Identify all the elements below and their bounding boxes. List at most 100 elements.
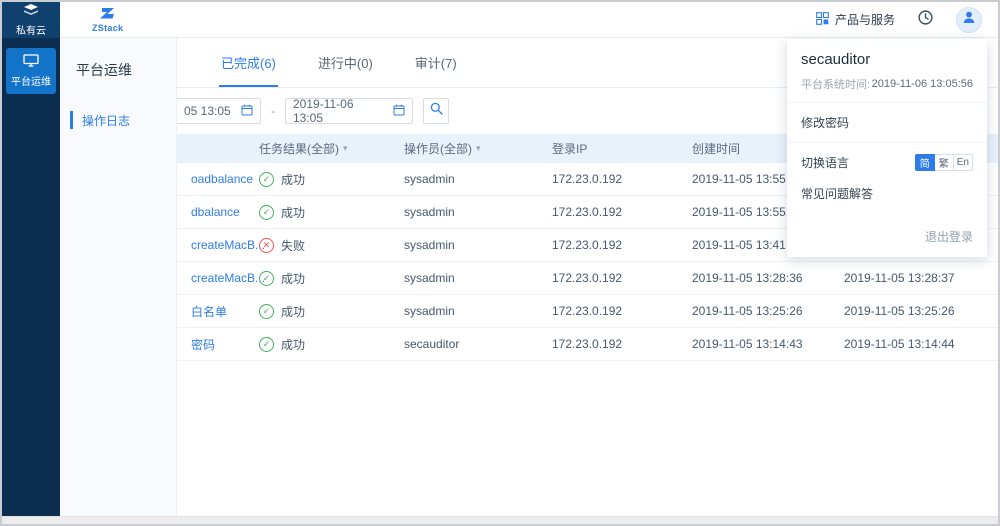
products-services-label: 产品与服务 bbox=[835, 11, 895, 28]
filter-caret-icon: ▾ bbox=[343, 143, 348, 154]
app-window: 私有云 平台运维 ZStack bbox=[0, 0, 1000, 526]
zstack-logo: ZStack bbox=[92, 7, 123, 33]
system-time-label: 平台系统时间: bbox=[801, 76, 870, 92]
language-button-2[interactable]: En bbox=[953, 154, 973, 171]
table-row: 白名单✓成功sysadmin172.23.0.1922019-11-05 13:… bbox=[177, 295, 998, 328]
task-result-cell: ✕ 失败 bbox=[259, 237, 404, 254]
system-time-row: 平台系统时间: 2019-11-06 13:05:56 bbox=[787, 74, 987, 103]
task-name-link[interactable]: oadbalance bbox=[191, 172, 253, 186]
task-result-text: 成功 bbox=[281, 303, 305, 320]
horizontal-scrollbar[interactable] bbox=[2, 516, 998, 524]
login-ip-cell: 172.23.0.192 bbox=[552, 172, 692, 186]
topbar: ZStack 产品与服务 bbox=[60, 2, 998, 38]
search-button[interactable] bbox=[423, 98, 449, 124]
search-icon bbox=[430, 102, 443, 120]
operator-cell: sysadmin bbox=[404, 172, 552, 186]
task-result-cell: ✓成功 bbox=[259, 270, 404, 287]
completed-time-cell: 2019-11-05 13:25:26 bbox=[844, 304, 998, 318]
sidebar: 平台运维 操作日志 bbox=[60, 38, 177, 516]
tab-running[interactable]: 进行中(0) bbox=[316, 38, 375, 87]
date-to-input[interactable]: 2019-11-06 13:05 bbox=[285, 98, 413, 124]
tab-completed[interactable]: 已完成(6) bbox=[219, 38, 278, 87]
change-password-item[interactable]: 修改密码 bbox=[787, 103, 987, 143]
language-row: 切换语言 简繁En bbox=[787, 143, 987, 177]
success-icon: ✓ bbox=[259, 205, 274, 220]
left-rail: 私有云 平台运维 bbox=[2, 2, 60, 516]
language-button-1[interactable]: 繁 bbox=[934, 154, 954, 171]
task-name-link[interactable]: 密码 bbox=[191, 338, 215, 352]
private-cloud-brand[interactable]: 私有云 bbox=[2, 2, 60, 38]
column-header-operator[interactable]: 操作员(全部) ▾ bbox=[404, 140, 552, 157]
products-services-button[interactable]: 产品与服务 bbox=[816, 11, 895, 28]
zstack-logo-icon bbox=[99, 7, 117, 23]
task-name-link[interactable]: dbalance bbox=[191, 205, 240, 219]
layers-icon bbox=[23, 4, 39, 20]
task-name-cell: oadbalance bbox=[177, 172, 259, 186]
user-dropdown-menu: secauditor 平台系统时间: 2019-11-06 13:05:56 修… bbox=[787, 39, 987, 257]
column-header-label: 创建时间 bbox=[692, 140, 740, 157]
operator-cell: sysadmin bbox=[404, 271, 552, 285]
sidebar-item-label: 操作日志 bbox=[82, 112, 130, 129]
fail-icon: ✕ bbox=[259, 238, 274, 253]
column-header-label: 任务结果(全部) bbox=[259, 140, 339, 157]
task-name-link[interactable]: createMacB... bbox=[191, 271, 265, 285]
active-indicator-bar bbox=[70, 111, 73, 129]
date-from-input[interactable]: 05 13:05 bbox=[177, 98, 261, 124]
task-result-cell: ✓ 成功 bbox=[259, 204, 404, 221]
operator-cell: sysadmin bbox=[404, 304, 552, 318]
table-row: 密码✓成功secauditor172.23.0.1922019-11-05 13… bbox=[177, 328, 998, 361]
task-name-cell: dbalance bbox=[177, 205, 259, 219]
task-name-cell: 白名单 bbox=[177, 303, 259, 320]
created-time-cell: 2019-11-05 13:28:36 bbox=[692, 271, 844, 285]
task-result-text: 失败 bbox=[281, 237, 305, 254]
language-button-0[interactable]: 简 bbox=[915, 154, 935, 171]
task-result-text: 成功 bbox=[281, 171, 305, 188]
faq-item[interactable]: 常见问题解答 bbox=[787, 177, 987, 214]
operator-cell: sysadmin bbox=[404, 238, 552, 252]
completed-time-cell: 2019-11-05 13:28:37 bbox=[844, 271, 998, 285]
success-icon: ✓ bbox=[259, 172, 274, 187]
table-row: createMacB...✓成功sysadmin172.23.0.1922019… bbox=[177, 262, 998, 295]
date-from-value: 05 13:05 bbox=[184, 104, 231, 118]
sidebar-title: 平台运维 bbox=[60, 38, 176, 80]
operator-cell: secauditor bbox=[404, 337, 552, 351]
task-result-text: 成功 bbox=[281, 204, 305, 221]
created-time-cell: 2019-11-05 13:14:43 bbox=[692, 337, 844, 351]
task-name-cell: 密码 bbox=[177, 336, 259, 353]
column-header-task-result[interactable]: 任务结果(全部) ▾ bbox=[259, 140, 404, 157]
task-result-cell: ✓ 成功 bbox=[259, 336, 404, 353]
login-ip-cell: 172.23.0.192 bbox=[552, 238, 692, 252]
logout-button[interactable]: 退出登录 bbox=[787, 214, 987, 257]
rail-item-label: 平台运维 bbox=[11, 73, 51, 88]
operator-cell: sysadmin bbox=[404, 205, 552, 219]
calendar-icon bbox=[241, 104, 253, 119]
login-ip-cell: 172.23.0.192 bbox=[552, 337, 692, 351]
success-icon: ✓ bbox=[259, 337, 274, 352]
history-button[interactable] bbox=[917, 9, 934, 31]
rail-item-platform-ops[interactable]: 平台运维 bbox=[6, 48, 56, 94]
task-result-text: 成功 bbox=[281, 270, 305, 287]
monitor-icon bbox=[23, 54, 39, 70]
task-result-cell: ✓ 成功 bbox=[259, 303, 404, 320]
username-label: secauditor bbox=[787, 39, 987, 74]
filter-caret-icon: ▾ bbox=[476, 143, 481, 154]
column-header-label: 操作员(全部) bbox=[404, 140, 472, 157]
task-result-cell: ✓ 成功 bbox=[259, 171, 404, 188]
success-icon: ✓ bbox=[259, 304, 274, 319]
sidebar-item-operation-logs[interactable]: 操作日志 bbox=[60, 104, 176, 136]
date-to-value: 2019-11-06 13:05 bbox=[293, 97, 385, 125]
language-switcher: 简繁En bbox=[915, 154, 973, 171]
system-time-value: 2019-11-06 13:05:56 bbox=[872, 78, 973, 90]
tab-audit[interactable]: 审计(7) bbox=[413, 38, 459, 87]
column-header-login-ip: 登录IP bbox=[552, 140, 692, 157]
zstack-logo-text: ZStack bbox=[92, 24, 123, 33]
switch-language-label: 切换语言 bbox=[801, 154, 849, 171]
task-result-text: 成功 bbox=[281, 336, 305, 353]
task-name-link[interactable]: 白名单 bbox=[191, 305, 227, 319]
user-avatar-button[interactable] bbox=[956, 7, 982, 33]
login-ip-cell: 172.23.0.192 bbox=[552, 271, 692, 285]
completed-time-cell: 2019-11-05 13:14:44 bbox=[844, 337, 998, 351]
brand-label: 私有云 bbox=[16, 22, 46, 37]
task-name-link[interactable]: createMacB... bbox=[191, 238, 265, 252]
created-time-cell: 2019-11-05 13:25:26 bbox=[692, 304, 844, 318]
